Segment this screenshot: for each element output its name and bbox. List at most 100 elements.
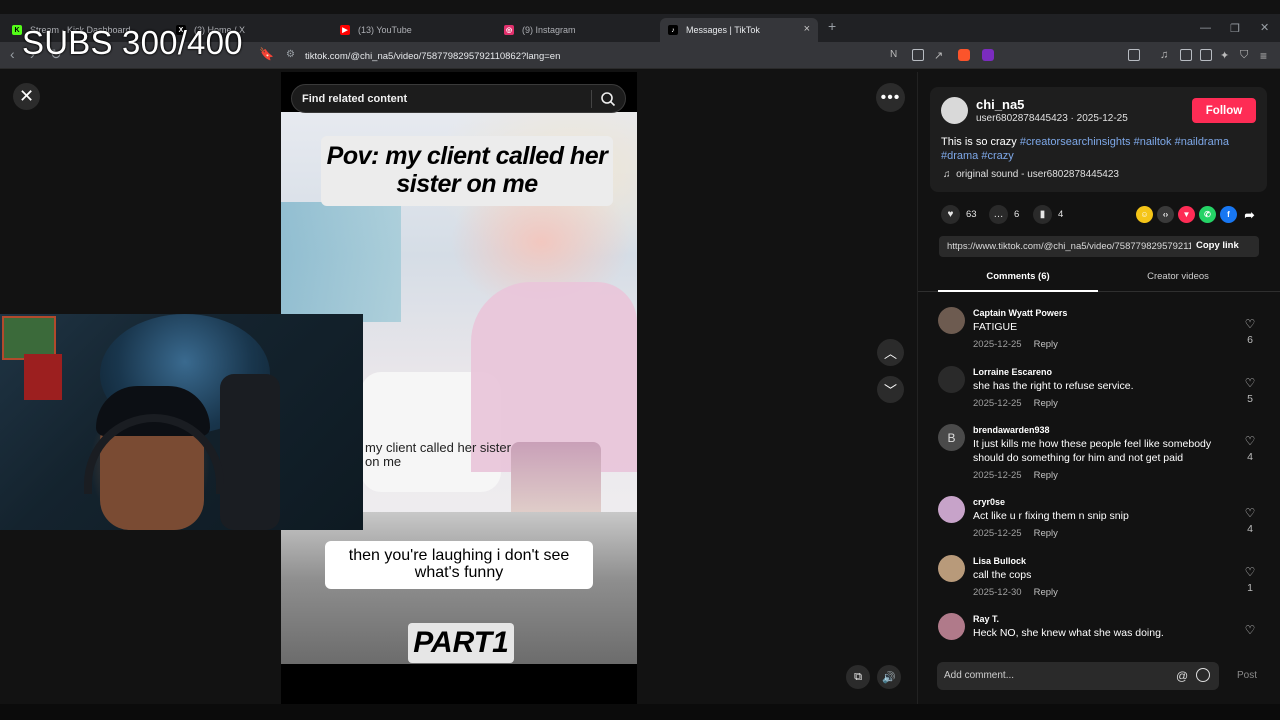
tab-title: (13) YouTube	[358, 25, 412, 35]
comment-date: 2025-12-25	[973, 528, 1022, 539]
send-icon[interactable]: ▼	[1178, 206, 1195, 223]
volume-button[interactable]: 🔊	[877, 665, 901, 689]
more-icon: •••	[880, 88, 901, 106]
embed-icon[interactable]: ‹›	[1157, 206, 1174, 223]
comment-meta: 2025-12-25 Reply	[973, 398, 1058, 409]
mention-icon[interactable]: @	[1176, 669, 1188, 683]
save-button[interactable]: ▮ 4	[1033, 205, 1063, 224]
next-video-button[interactable]: ﹀	[877, 376, 904, 403]
new-tab-icon[interactable]: +	[828, 18, 836, 34]
share-more-icon[interactable]: ➦	[1241, 206, 1258, 223]
commenter-avatar[interactable]	[938, 366, 965, 393]
comment-username[interactable]: Captain Wyatt Powers	[973, 308, 1067, 318]
browser-tab-tiktok[interactable]: ♪ Messages | TikTok ×	[660, 18, 818, 42]
site-info-icon[interactable]: ⚙	[286, 49, 295, 60]
close-video-button[interactable]: ✕	[13, 83, 40, 110]
whatsapp-icon[interactable]: ✆	[1199, 206, 1216, 223]
tiktok-icon: ♪	[668, 25, 678, 35]
sidebar-icon[interactable]	[1180, 49, 1192, 61]
screen: K Stream - Kick Dashboard X (3) Home / X…	[0, 0, 1280, 720]
commenter-avatar[interactable]	[938, 555, 965, 582]
browser-tab-instagram[interactable]: ◎ (9) Instagram	[496, 18, 656, 42]
maximize-icon[interactable]: ❐	[1230, 22, 1240, 35]
comment-like-icon[interactable]: ♡	[1243, 623, 1257, 637]
copy-link-button[interactable]: Copy link	[1196, 240, 1239, 251]
tab-comments[interactable]: Comments (6)	[938, 271, 1098, 282]
reply-button[interactable]: Reply	[1034, 528, 1058, 539]
back-icon[interactable]: ‹	[10, 46, 15, 62]
author-username[interactable]: chi_na5	[976, 97, 1024, 112]
address-bar[interactable]: tiktok.com/@chi_na5/video/75877982957921…	[305, 51, 560, 62]
youtube-icon: ▶	[340, 25, 350, 35]
rewards-icon[interactable]	[982, 49, 994, 61]
reply-button[interactable]: Reply	[1034, 587, 1058, 598]
reader-icon[interactable]: N	[890, 49, 902, 61]
browser-tab-youtube[interactable]: ▶ (13) YouTube	[332, 18, 492, 42]
window-close-icon[interactable]: ✕	[1260, 21, 1269, 34]
hashtag-link[interactable]: #creatorsearchinsights	[1020, 136, 1131, 148]
search-input[interactable]: Find related content	[291, 84, 626, 113]
comment-text: she has the right to refuse service.	[973, 380, 1134, 392]
share-friends-icon[interactable]: ☺	[1136, 206, 1153, 223]
comment-item: Captain Wyatt Powers FATIGUE 2025-12-25 R…	[938, 307, 1260, 357]
reply-button[interactable]: Reply	[1034, 398, 1058, 409]
comment-date: 2025-12-25	[973, 398, 1022, 409]
tab-close-icon[interactable]: ×	[804, 23, 810, 35]
bookmark-icon[interactable]: 🔖	[259, 47, 274, 61]
screenshot-icon[interactable]	[1128, 49, 1140, 61]
comment-like-count: 5	[1247, 393, 1253, 405]
reply-button[interactable]: Reply	[1034, 339, 1058, 350]
menu-icon[interactable]: ≡	[1260, 49, 1272, 63]
comment-button[interactable]: … 6	[989, 205, 1019, 224]
cast-icon[interactable]	[912, 49, 924, 61]
sound-name: original sound - user6802878445423	[956, 169, 1119, 180]
like-count: 63	[966, 209, 977, 220]
facebook-icon[interactable]: f	[1220, 206, 1237, 223]
emoji-icon[interactable]	[1196, 668, 1210, 682]
reply-button[interactable]: Reply	[1034, 470, 1058, 481]
comment-like-icon[interactable]: ♡	[1243, 376, 1257, 390]
share-page-icon[interactable]: ↗	[934, 49, 946, 62]
previous-video-button[interactable]: ︿	[877, 339, 904, 366]
comment-like-icon[interactable]: ♡	[1243, 317, 1257, 331]
media-icon[interactable]: ♫	[1160, 49, 1172, 61]
minimize-icon[interactable]: —	[1200, 22, 1211, 34]
close-icon: ✕	[18, 86, 35, 106]
like-button[interactable]: ♥ 63	[941, 205, 977, 224]
follow-button[interactable]: Follow	[1192, 98, 1256, 123]
comment-like-icon[interactable]: ♡	[1243, 434, 1257, 448]
comment-username[interactable]: brendawarden938	[973, 425, 1050, 435]
tab-title: Messages | TikTok	[686, 25, 760, 35]
commenter-avatar[interactable]	[938, 496, 965, 523]
comment-username[interactable]: Lorraine Escareno	[973, 367, 1052, 377]
comment-username[interactable]: cryr0se	[973, 497, 1005, 507]
video-scene-shelf	[281, 202, 401, 322]
sound-link[interactable]: ♫ original sound - user6802878445423	[943, 169, 1119, 180]
more-options-button[interactable]: •••	[876, 83, 905, 112]
commenter-avatar[interactable]: B	[938, 424, 965, 451]
comment-text: It just kills me how these people feel l…	[973, 438, 1212, 464]
hashtag-link[interactable]: #nailtok	[1134, 136, 1172, 148]
video-caption-subtitle: then you're laughing i don't see what's …	[325, 541, 593, 589]
leo-ai-icon[interactable]: ✦	[1220, 49, 1232, 62]
vpn-icon[interactable]: ⛉	[1240, 49, 1252, 61]
chevron-down-icon: ﹀	[883, 383, 897, 398]
commenter-avatar[interactable]	[938, 613, 965, 640]
hashtag-link[interactable]: #drama	[941, 150, 978, 162]
wallet-icon[interactable]	[1200, 49, 1212, 61]
tab-creator-videos[interactable]: Creator videos	[1098, 271, 1258, 282]
comment-like-icon[interactable]: ♡	[1243, 565, 1257, 579]
search-icon[interactable]	[600, 91, 616, 107]
comment-username[interactable]: Ray T.	[973, 614, 999, 624]
hashtag-link[interactable]: #crazy	[981, 150, 1013, 162]
share-link-text[interactable]: https://www.tiktok.com/@chi_na5/video/75…	[947, 241, 1191, 252]
post-comment-button[interactable]: Post	[1237, 670, 1257, 681]
comment-like-icon[interactable]: ♡	[1243, 506, 1257, 520]
hashtag-link[interactable]: #naildrama	[1175, 136, 1229, 148]
floating-player-button[interactable]: ⧉	[846, 665, 870, 689]
author-avatar[interactable]	[941, 97, 968, 124]
webcam-chair	[220, 374, 280, 530]
brave-shield-icon[interactable]	[958, 49, 970, 61]
comment-username[interactable]: Lisa Bullock	[973, 556, 1026, 566]
commenter-avatar[interactable]	[938, 307, 965, 334]
